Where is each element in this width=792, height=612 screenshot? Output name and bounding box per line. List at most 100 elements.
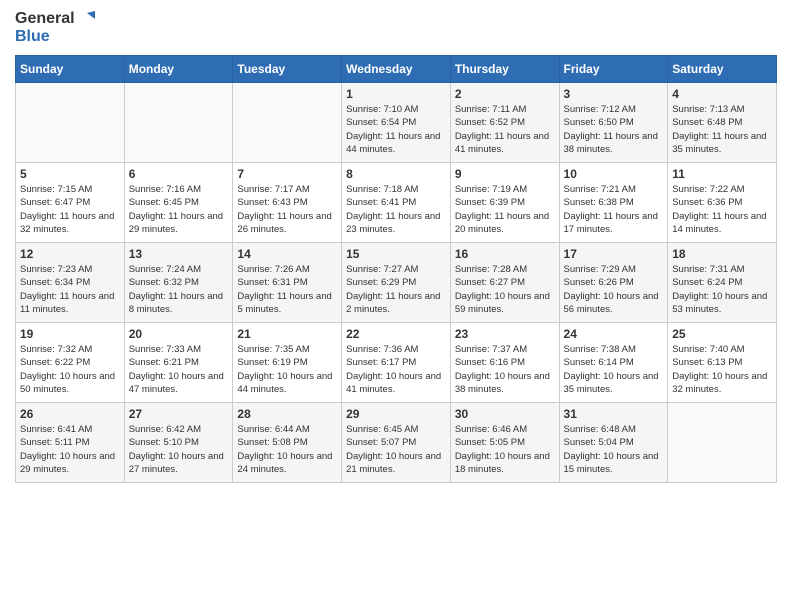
- day-info: Sunrise: 7:40 AM Sunset: 6:13 PM Dayligh…: [672, 343, 772, 396]
- day-number: 2: [455, 87, 555, 101]
- day-number: 23: [455, 327, 555, 341]
- day-info: Sunrise: 7:21 AM Sunset: 6:38 PM Dayligh…: [564, 183, 664, 236]
- day-number: 5: [20, 167, 120, 181]
- day-info: Sunrise: 7:28 AM Sunset: 6:27 PM Dayligh…: [455, 263, 555, 316]
- week-row-2: 5 Sunrise: 7:15 AM Sunset: 6:47 PM Daylig…: [16, 163, 777, 243]
- header-friday: Friday: [559, 56, 668, 83]
- day-number: 31: [564, 407, 664, 421]
- day-info: Sunrise: 6:45 AM Sunset: 5:07 PM Dayligh…: [346, 423, 446, 476]
- calendar-cell: 11 Sunrise: 7:22 AM Sunset: 6:36 PM Dayli…: [668, 163, 777, 243]
- day-number: 18: [672, 247, 772, 261]
- calendar-cell: 4 Sunrise: 7:13 AM Sunset: 6:48 PM Daylig…: [668, 83, 777, 163]
- day-info: Sunrise: 6:42 AM Sunset: 5:10 PM Dayligh…: [129, 423, 229, 476]
- calendar-cell: 24Sunrise: 7:38 AM Sunset: 6:14 PM Dayli…: [559, 323, 668, 403]
- calendar-cell: 19 Sunrise: 7:32 AM Sunset: 6:22 PM Dayli…: [16, 323, 125, 403]
- day-number: 8: [346, 167, 446, 181]
- calendar-cell: 23 Sunrise: 7:37 AM Sunset: 6:16 PM Dayli…: [450, 323, 559, 403]
- day-number: 26: [20, 407, 120, 421]
- calendar-cell: 30 Sunrise: 6:46 AM Sunset: 5:05 PM Dayli…: [450, 403, 559, 483]
- day-number: 13: [129, 247, 229, 261]
- day-number: 11: [672, 167, 772, 181]
- day-info: Sunrise: 7:26 AM Sunset: 6:31 PM Dayligh…: [237, 263, 337, 316]
- day-number: 1: [346, 87, 446, 101]
- day-info: Sunrise: 7:22 AM Sunset: 6:36 PM Dayligh…: [672, 183, 772, 236]
- calendar-table: SundayMondayTuesdayWednesdayThursdayFrid…: [15, 55, 777, 483]
- calendar-cell: 31 Sunrise: 6:48 AM Sunset: 5:04 PM Dayli…: [559, 403, 668, 483]
- header-thursday: Thursday: [450, 56, 559, 83]
- day-number: 16: [455, 247, 555, 261]
- calendar-cell: 1 Sunrise: 7:10 AM Sunset: 6:54 PM Daylig…: [342, 83, 451, 163]
- day-number: 17: [564, 247, 664, 261]
- day-number: 15: [346, 247, 446, 261]
- day-info: Sunrise: 7:29 AM Sunset: 6:26 PM Dayligh…: [564, 263, 664, 316]
- day-number: 12: [20, 247, 120, 261]
- day-number: 10: [564, 167, 664, 181]
- day-info: Sunrise: 7:11 AM Sunset: 6:52 PM Dayligh…: [455, 103, 555, 156]
- day-number: 30: [455, 407, 555, 421]
- calendar-cell: 8 Sunrise: 7:18 AM Sunset: 6:41 PM Daylig…: [342, 163, 451, 243]
- day-info: Sunrise: 7:36 AM Sunset: 6:17 PM Dayligh…: [346, 343, 446, 396]
- day-info: Sunrise: 7:13 AM Sunset: 6:48 PM Dayligh…: [672, 103, 772, 156]
- calendar-cell: 6Sunrise: 7:16 AM Sunset: 6:45 PM Daylig…: [124, 163, 233, 243]
- week-row-4: 19 Sunrise: 7:32 AM Sunset: 6:22 PM Dayli…: [16, 323, 777, 403]
- day-info: Sunrise: 6:48 AM Sunset: 5:04 PM Dayligh…: [564, 423, 664, 476]
- calendar-cell: 16 Sunrise: 7:28 AM Sunset: 6:27 PM Dayli…: [450, 243, 559, 323]
- day-number: 28: [237, 407, 337, 421]
- calendar-cell: [233, 83, 342, 163]
- page-header: General Blue: [15, 10, 777, 45]
- day-info: Sunrise: 7:19 AM Sunset: 6:39 PM Dayligh…: [455, 183, 555, 236]
- day-info: Sunrise: 7:12 AM Sunset: 6:50 PM Dayligh…: [564, 103, 664, 156]
- calendar-cell: [16, 83, 125, 163]
- day-info: Sunrise: 7:23 AM Sunset: 6:34 PM Dayligh…: [20, 263, 120, 316]
- calendar-cell: 14 Sunrise: 7:26 AM Sunset: 6:31 PM Dayli…: [233, 243, 342, 323]
- calendar-cell: 5 Sunrise: 7:15 AM Sunset: 6:47 PM Daylig…: [16, 163, 125, 243]
- day-number: 7: [237, 167, 337, 181]
- day-number: 4: [672, 87, 772, 101]
- day-info: Sunrise: 7:32 AM Sunset: 6:22 PM Dayligh…: [20, 343, 120, 396]
- calendar-cell: 7 Sunrise: 7:17 AM Sunset: 6:43 PM Daylig…: [233, 163, 342, 243]
- day-info: Sunrise: 7:33 AM Sunset: 6:21 PM Dayligh…: [129, 343, 229, 396]
- logo-text: General Blue: [15, 10, 95, 45]
- day-number: 22: [346, 327, 446, 341]
- page-container: General Blue SundayMondayTuesdayWednesda…: [0, 0, 792, 498]
- calendar-cell: 3 Sunrise: 7:12 AM Sunset: 6:50 PM Daylig…: [559, 83, 668, 163]
- logo: General Blue: [15, 10, 95, 45]
- calendar-cell: 12 Sunrise: 7:23 AM Sunset: 6:34 PM Dayli…: [16, 243, 125, 323]
- calendar-cell: 27 Sunrise: 6:42 AM Sunset: 5:10 PM Dayli…: [124, 403, 233, 483]
- day-info: Sunrise: 7:18 AM Sunset: 6:41 PM Dayligh…: [346, 183, 446, 236]
- day-info: Sunrise: 7:24 AM Sunset: 6:32 PM Dayligh…: [129, 263, 229, 316]
- header-wednesday: Wednesday: [342, 56, 451, 83]
- day-number: 25: [672, 327, 772, 341]
- day-info: Sunrise: 6:41 AM Sunset: 5:11 PM Dayligh…: [20, 423, 120, 476]
- calendar-cell: 28 Sunrise: 6:44 AM Sunset: 5:08 PM Dayli…: [233, 403, 342, 483]
- calendar-header-row: SundayMondayTuesdayWednesdayThursdayFrid…: [16, 56, 777, 83]
- day-number: 21: [237, 327, 337, 341]
- day-info: Sunrise: 7:27 AM Sunset: 6:29 PM Dayligh…: [346, 263, 446, 316]
- day-number: 20: [129, 327, 229, 341]
- calendar-cell: 17 Sunrise: 7:29 AM Sunset: 6:26 PM Dayli…: [559, 243, 668, 323]
- day-number: 27: [129, 407, 229, 421]
- day-info: Sunrise: 6:46 AM Sunset: 5:05 PM Dayligh…: [455, 423, 555, 476]
- week-row-5: 26 Sunrise: 6:41 AM Sunset: 5:11 PM Dayli…: [16, 403, 777, 483]
- week-row-1: 1 Sunrise: 7:10 AM Sunset: 6:54 PM Daylig…: [16, 83, 777, 163]
- day-number: 6: [129, 167, 229, 181]
- day-info: Sunrise: 7:37 AM Sunset: 6:16 PM Dayligh…: [455, 343, 555, 396]
- day-info: Sunrise: 7:10 AM Sunset: 6:54 PM Dayligh…: [346, 103, 446, 156]
- day-info: Sunrise: 7:15 AM Sunset: 6:47 PM Dayligh…: [20, 183, 120, 236]
- day-info: Sunrise: 7:17 AM Sunset: 6:43 PM Dayligh…: [237, 183, 337, 236]
- header-monday: Monday: [124, 56, 233, 83]
- day-number: 3: [564, 87, 664, 101]
- calendar-cell: 25 Sunrise: 7:40 AM Sunset: 6:13 PM Dayli…: [668, 323, 777, 403]
- day-info: Sunrise: 6:44 AM Sunset: 5:08 PM Dayligh…: [237, 423, 337, 476]
- day-info: Sunrise: 7:31 AM Sunset: 6:24 PM Dayligh…: [672, 263, 772, 316]
- day-number: 29: [346, 407, 446, 421]
- header-sunday: Sunday: [16, 56, 125, 83]
- header-tuesday: Tuesday: [233, 56, 342, 83]
- day-number: 9: [455, 167, 555, 181]
- calendar-cell: 21 Sunrise: 7:35 AM Sunset: 6:19 PM Dayli…: [233, 323, 342, 403]
- day-number: 19: [20, 327, 120, 341]
- day-info: Sunrise: 7:35 AM Sunset: 6:19 PM Dayligh…: [237, 343, 337, 396]
- day-number: 14: [237, 247, 337, 261]
- calendar-cell: 9 Sunrise: 7:19 AM Sunset: 6:39 PM Daylig…: [450, 163, 559, 243]
- calendar-cell: 10 Sunrise: 7:21 AM Sunset: 6:38 PM Dayli…: [559, 163, 668, 243]
